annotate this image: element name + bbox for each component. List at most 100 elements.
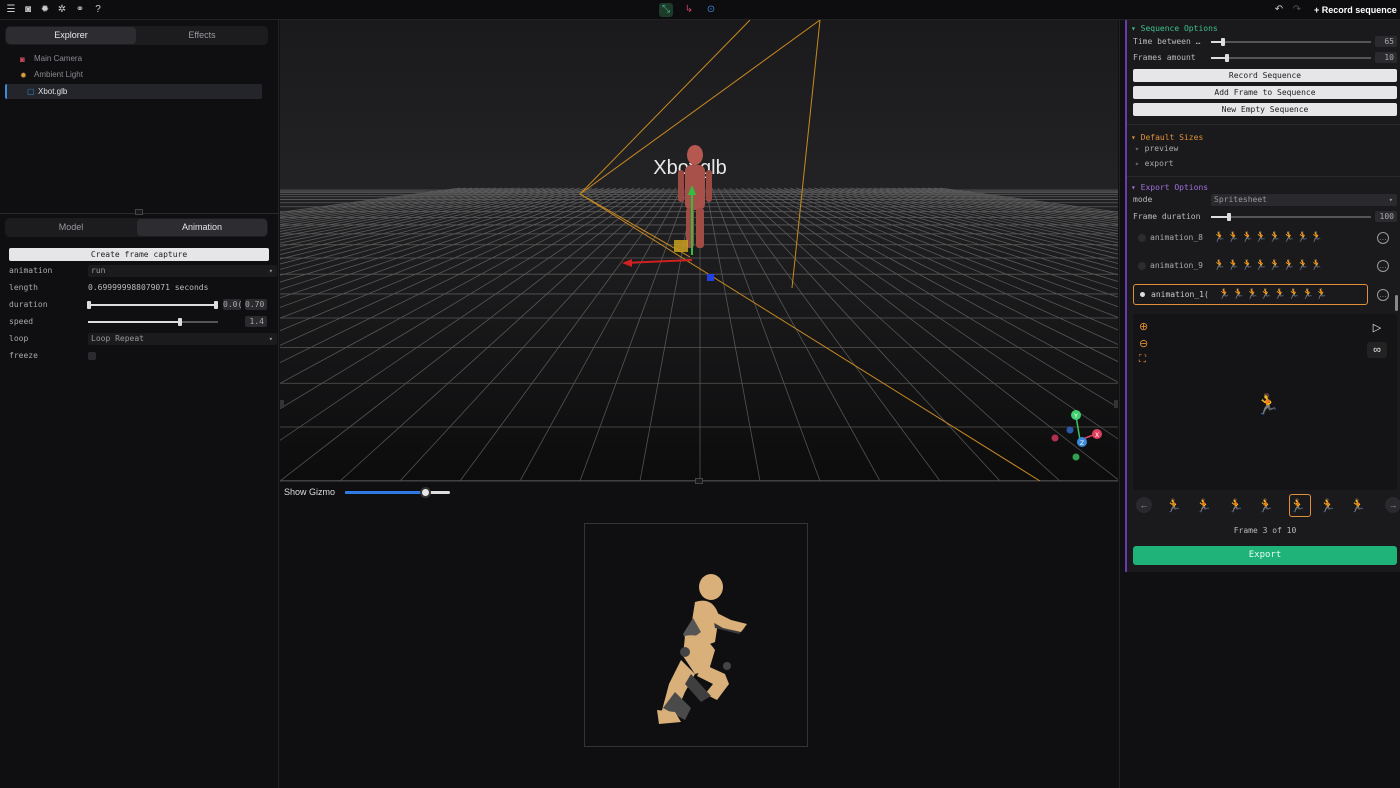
svg-text:X: X [1095,432,1099,439]
frame-duration-slider[interactable] [1211,216,1371,218]
options-icon[interactable]: … [1377,232,1389,244]
add-frame-button[interactable]: Add Frame to Sequence [1133,86,1397,99]
animation-select[interactable]: run [88,265,277,277]
mode-select[interactable]: Spritesheet ▾ [1211,194,1397,206]
frame-thumbnail[interactable]: 🏃 [1193,495,1215,517]
time-between-slider[interactable] [1211,41,1371,43]
speed-input[interactable]: 1.4 [245,316,267,327]
gizmo-slider-thumb[interactable] [419,487,431,498]
frames-amount-slider[interactable] [1211,57,1371,59]
resize-handle[interactable] [1114,400,1118,408]
cube-icon: ▢ [27,87,35,96]
resize-handle[interactable] [135,209,143,215]
tree-item-ambient-light[interactable]: ✹ Ambient Light [20,68,83,82]
fit-icon[interactable]: ⛶ [1139,354,1146,365]
redo-icon[interactable]: ↷ [1290,3,1304,17]
3d-viewport[interactable]: Xbot.glb Y X Z [280,20,1118,481]
explorer-tabs: Explorer Effects [5,26,268,45]
play-icon[interactable]: ▷ [1367,320,1387,336]
resize-handle[interactable] [695,478,703,484]
create-frame-capture-button[interactable]: Create frame capture [9,248,269,261]
tab-animation[interactable]: Animation [137,219,267,236]
freeze-row: freeze [9,349,271,363]
duration-min-input[interactable]: 0.0( [223,299,241,310]
loop-select[interactable]: Loop Repeat [88,333,277,345]
frame-duration-input[interactable]: 100 [1375,211,1397,222]
frame-thumbnail[interactable]: 🏃 [1317,495,1339,517]
resize-handle[interactable] [280,400,284,408]
speed-slider-fill [88,321,180,323]
time-between-input[interactable]: 65 [1375,36,1397,47]
frames-amount-row: Frames amount 10 [1133,51,1397,65]
rotate-icon[interactable]: ↳ [682,3,696,17]
freeze-checkbox[interactable] [88,352,96,360]
default-sizes-header[interactable]: ▾ Default Sizes [1131,133,1203,142]
sun-icon[interactable]: ✹ [38,3,52,17]
options-icon[interactable]: … [1377,289,1389,301]
frame-thumbnail[interactable]: 🏃 [1255,495,1277,517]
radio-button[interactable] [1138,234,1146,242]
speed-slider-thumb[interactable] [178,318,182,326]
animation-list-item-selected[interactable]: animation_1( 🏃 🏃 🏃 🏃 🏃 🏃 🏃 🏃 [1133,284,1368,305]
link-icon[interactable]: ⚭ [73,3,87,17]
animation-name: animation_8 [1150,233,1203,242]
tab-effects[interactable]: Effects [137,27,267,44]
sun-icon: ✹ [20,71,27,80]
animation-name: animation_9 [1150,261,1203,270]
scale-icon[interactable]: ⊙ [704,3,718,17]
menu-icon[interactable]: ☰ [4,3,18,17]
prev-frame-arrow-icon[interactable]: ← [1136,497,1152,513]
sparkle-icon[interactable]: ✲ [55,3,69,17]
duration-label: duration [9,300,48,309]
animation-list-item[interactable]: animation_8 🏃 🏃 🏃 🏃 🏃 🏃 🏃 🏃 [1133,228,1367,248]
new-sequence-button[interactable]: New Empty Sequence [1133,103,1397,116]
sprite-thumbnails: 🏃 🏃 🏃 🏃 🏃 🏃 🏃 🏃 [1213,260,1323,271]
animation-label: animation [9,266,53,275]
frame-duration-thumb[interactable] [1227,213,1231,221]
tree-item-main-camera[interactable]: ◙ Main Camera [20,52,82,66]
loop-icon[interactable]: ∞ [1367,342,1387,358]
tab-model[interactable]: Model [6,219,136,236]
radio-button-selected[interactable] [1140,292,1145,297]
zoom-out-icon[interactable]: ⊖ [1139,337,1148,350]
tree-item-xbot[interactable]: ▢ Xbot.glb [5,84,262,99]
frame-thumbnail[interactable]: 🏃 [1163,495,1185,517]
record-sequence-button[interactable]: Record Sequence [1133,69,1397,82]
tab-explorer[interactable]: Explorer [6,27,136,44]
tree-item-label: Xbot.glb [38,87,68,96]
zoom-in-icon[interactable]: ⊕ [1139,320,1148,333]
frames-amount-thumb[interactable] [1225,54,1229,62]
record-sequence-button[interactable]: + Record sequence [1314,3,1397,17]
frame-thumbnail[interactable]: 🏃 [1347,495,1369,517]
sequence-options-header[interactable]: ▾ Sequence Options [1131,24,1218,33]
frames-amount-input[interactable]: 10 [1375,52,1397,63]
scrollbar[interactable] [1395,295,1398,311]
time-between-thumb[interactable] [1221,38,1225,46]
help-icon[interactable]: ? [91,3,105,17]
divider [1127,124,1400,125]
export-options-header[interactable]: ▾ Export Options [1131,183,1208,192]
mode-label: mode [1133,195,1153,204]
export-button[interactable]: Export [1133,546,1397,565]
animation-list-item[interactable]: animation_9 🏃 🏃 🏃 🏃 🏃 🏃 🏃 🏃 [1133,256,1367,276]
duration-max-input[interactable]: 0.70 [245,299,267,310]
capture-frame [584,523,808,747]
move-icon[interactable]: ⤡ [659,3,673,17]
frames-amount-fill [1211,57,1226,59]
undo-icon[interactable]: ↶ [1272,3,1286,17]
options-icon[interactable]: … [1377,260,1389,272]
frame-thumbnail[interactable]: 🏃 [1225,495,1247,517]
export-size-item[interactable]: ▸ export [1135,157,1399,171]
frame-thumbnail[interactable]: 🏃 [1287,495,1309,517]
animation-row: animation run [9,264,277,278]
camera-icon: ◙ [20,55,25,64]
next-frame-arrow-icon[interactable]: → [1385,497,1400,513]
radio-button[interactable] [1138,262,1146,270]
preview-size-item[interactable]: ▸ preview [1135,142,1399,156]
camera-icon[interactable]: ◙ [21,3,35,17]
duration-slider-max-thumb[interactable] [214,301,218,309]
scene-canvas: Xbot.glb Y X Z [280,20,1118,481]
duration-slider-fill [88,304,216,306]
duration-slider-min-thumb[interactable] [87,301,91,309]
svg-text:Z: Z [1080,440,1084,447]
